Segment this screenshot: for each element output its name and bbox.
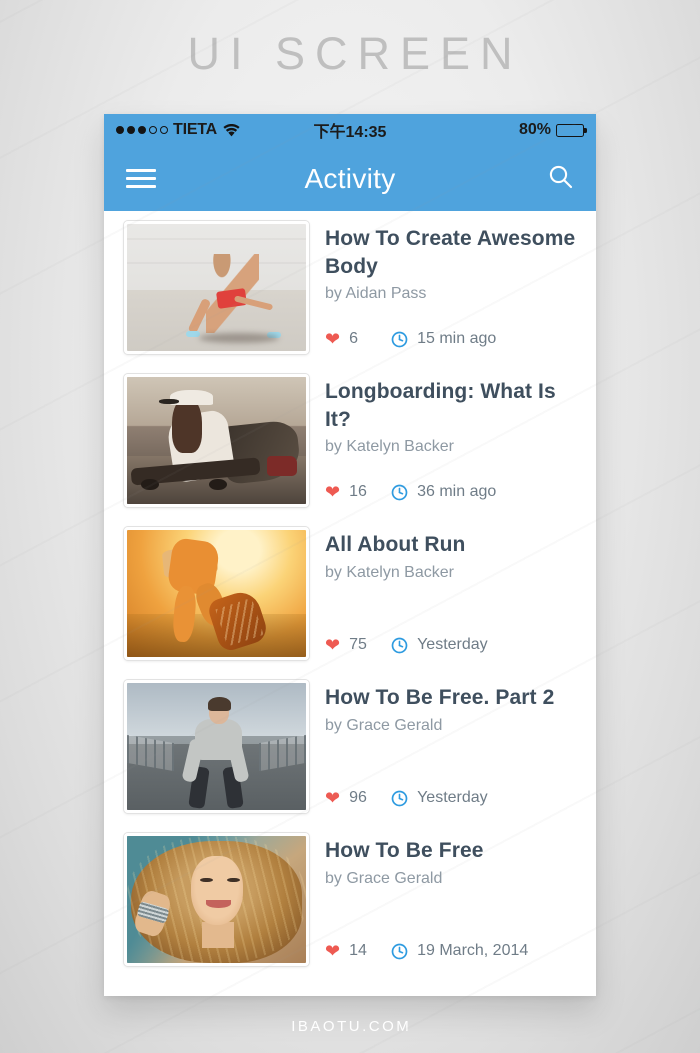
list-item[interactable]: How To Be Free by Grace Gerald ❤ 14 19 M… xyxy=(104,823,596,976)
list-item[interactable]: How To Create Awesome Body by Aidan Pass… xyxy=(104,211,596,364)
page-title: Activity xyxy=(304,162,396,194)
status-bar: TIETA 下午14:35 80% xyxy=(104,114,596,146)
item-title: How To Be Free xyxy=(325,839,484,862)
thumbnail-stretching-woman[interactable] xyxy=(124,221,309,354)
clock-icon xyxy=(391,484,408,501)
item-title: How To Create Awesome Body xyxy=(325,227,576,278)
item-meta: ❤ 96 Yesterday xyxy=(325,789,580,813)
like-count: 75 xyxy=(349,636,367,653)
item-meta: ❤ 6 15 min ago xyxy=(325,330,580,354)
item-timestamp: 36 min ago xyxy=(417,483,497,500)
clock-icon xyxy=(391,790,408,807)
thumbnail-smiling-woman[interactable] xyxy=(124,833,309,966)
list-item[interactable]: How To Be Free. Part 2 by Grace Gerald ❤… xyxy=(104,670,596,823)
like-count: 96 xyxy=(349,789,367,806)
list-item-content: How To Create Awesome Body by Aidan Pass… xyxy=(325,221,580,354)
item-timestamp: 19 March, 2014 xyxy=(417,942,529,959)
like-count: 6 xyxy=(349,330,358,347)
poster-title: UI SCREEN xyxy=(187,28,523,79)
item-title: All About Run xyxy=(325,533,466,556)
poster-footer: IBAOTU.COM xyxy=(291,1018,412,1035)
heart-icon[interactable]: ❤ xyxy=(325,789,340,807)
clock-icon xyxy=(391,943,408,960)
heart-icon[interactable]: ❤ xyxy=(325,942,340,960)
item-author: by Katelyn Backer xyxy=(325,438,454,455)
item-title: How To Be Free. Part 2 xyxy=(325,686,555,709)
list-item[interactable]: Longboarding: What Is It? by Katelyn Bac… xyxy=(104,364,596,517)
list-item-content: All About Run by Katelyn Backer ❤ 75 Yes… xyxy=(325,527,580,660)
list-item-content: Longboarding: What Is It? by Katelyn Bac… xyxy=(325,374,580,507)
item-author: by Aidan Pass xyxy=(325,285,427,302)
heart-icon[interactable]: ❤ xyxy=(325,330,340,348)
thumbnail-bridge-runner[interactable] xyxy=(124,680,309,813)
heart-icon[interactable]: ❤ xyxy=(325,636,340,654)
item-author: by Grace Gerald xyxy=(325,869,443,887)
clock-icon xyxy=(391,331,408,348)
battery-percent-label: 80% xyxy=(518,121,551,138)
status-bar-right: 80% xyxy=(518,121,587,139)
item-author: by Grace Gerald xyxy=(325,716,443,734)
thumbnail-longboard-girl[interactable] xyxy=(124,374,309,507)
search-icon[interactable] xyxy=(547,163,574,195)
item-meta: ❤ 75 Yesterday xyxy=(325,636,580,660)
clock-icon xyxy=(391,637,408,654)
list-item[interactable]: All About Run by Katelyn Backer ❤ 75 Yes… xyxy=(104,517,596,670)
item-meta: ❤ 16 36 min ago xyxy=(325,483,580,507)
item-timestamp: Yesterday xyxy=(417,636,488,653)
like-count: 16 xyxy=(349,483,367,500)
item-timestamp: 15 min ago xyxy=(417,330,497,347)
activity-feed-list: How To Create Awesome Body by Aidan Pass… xyxy=(104,211,596,976)
navigation-bar: Activity xyxy=(104,146,596,211)
phone-mockup: TIETA 下午14:35 80% Activity How To Create… xyxy=(104,114,596,996)
item-timestamp: Yesterday xyxy=(417,789,488,806)
item-author: by Katelyn Backer xyxy=(325,563,454,581)
item-meta: ❤ 14 19 March, 2014 xyxy=(325,942,580,966)
battery-icon xyxy=(556,123,587,137)
item-title: Longboarding: What Is It? xyxy=(325,380,556,431)
heart-icon[interactable]: ❤ xyxy=(325,483,340,501)
like-count: 14 xyxy=(349,942,367,959)
list-item-content: How To Be Free. Part 2 by Grace Gerald ❤… xyxy=(325,680,580,813)
list-item-content: How To Be Free by Grace Gerald ❤ 14 19 M… xyxy=(325,833,580,966)
thumbnail-sunset-runner[interactable] xyxy=(124,527,309,660)
